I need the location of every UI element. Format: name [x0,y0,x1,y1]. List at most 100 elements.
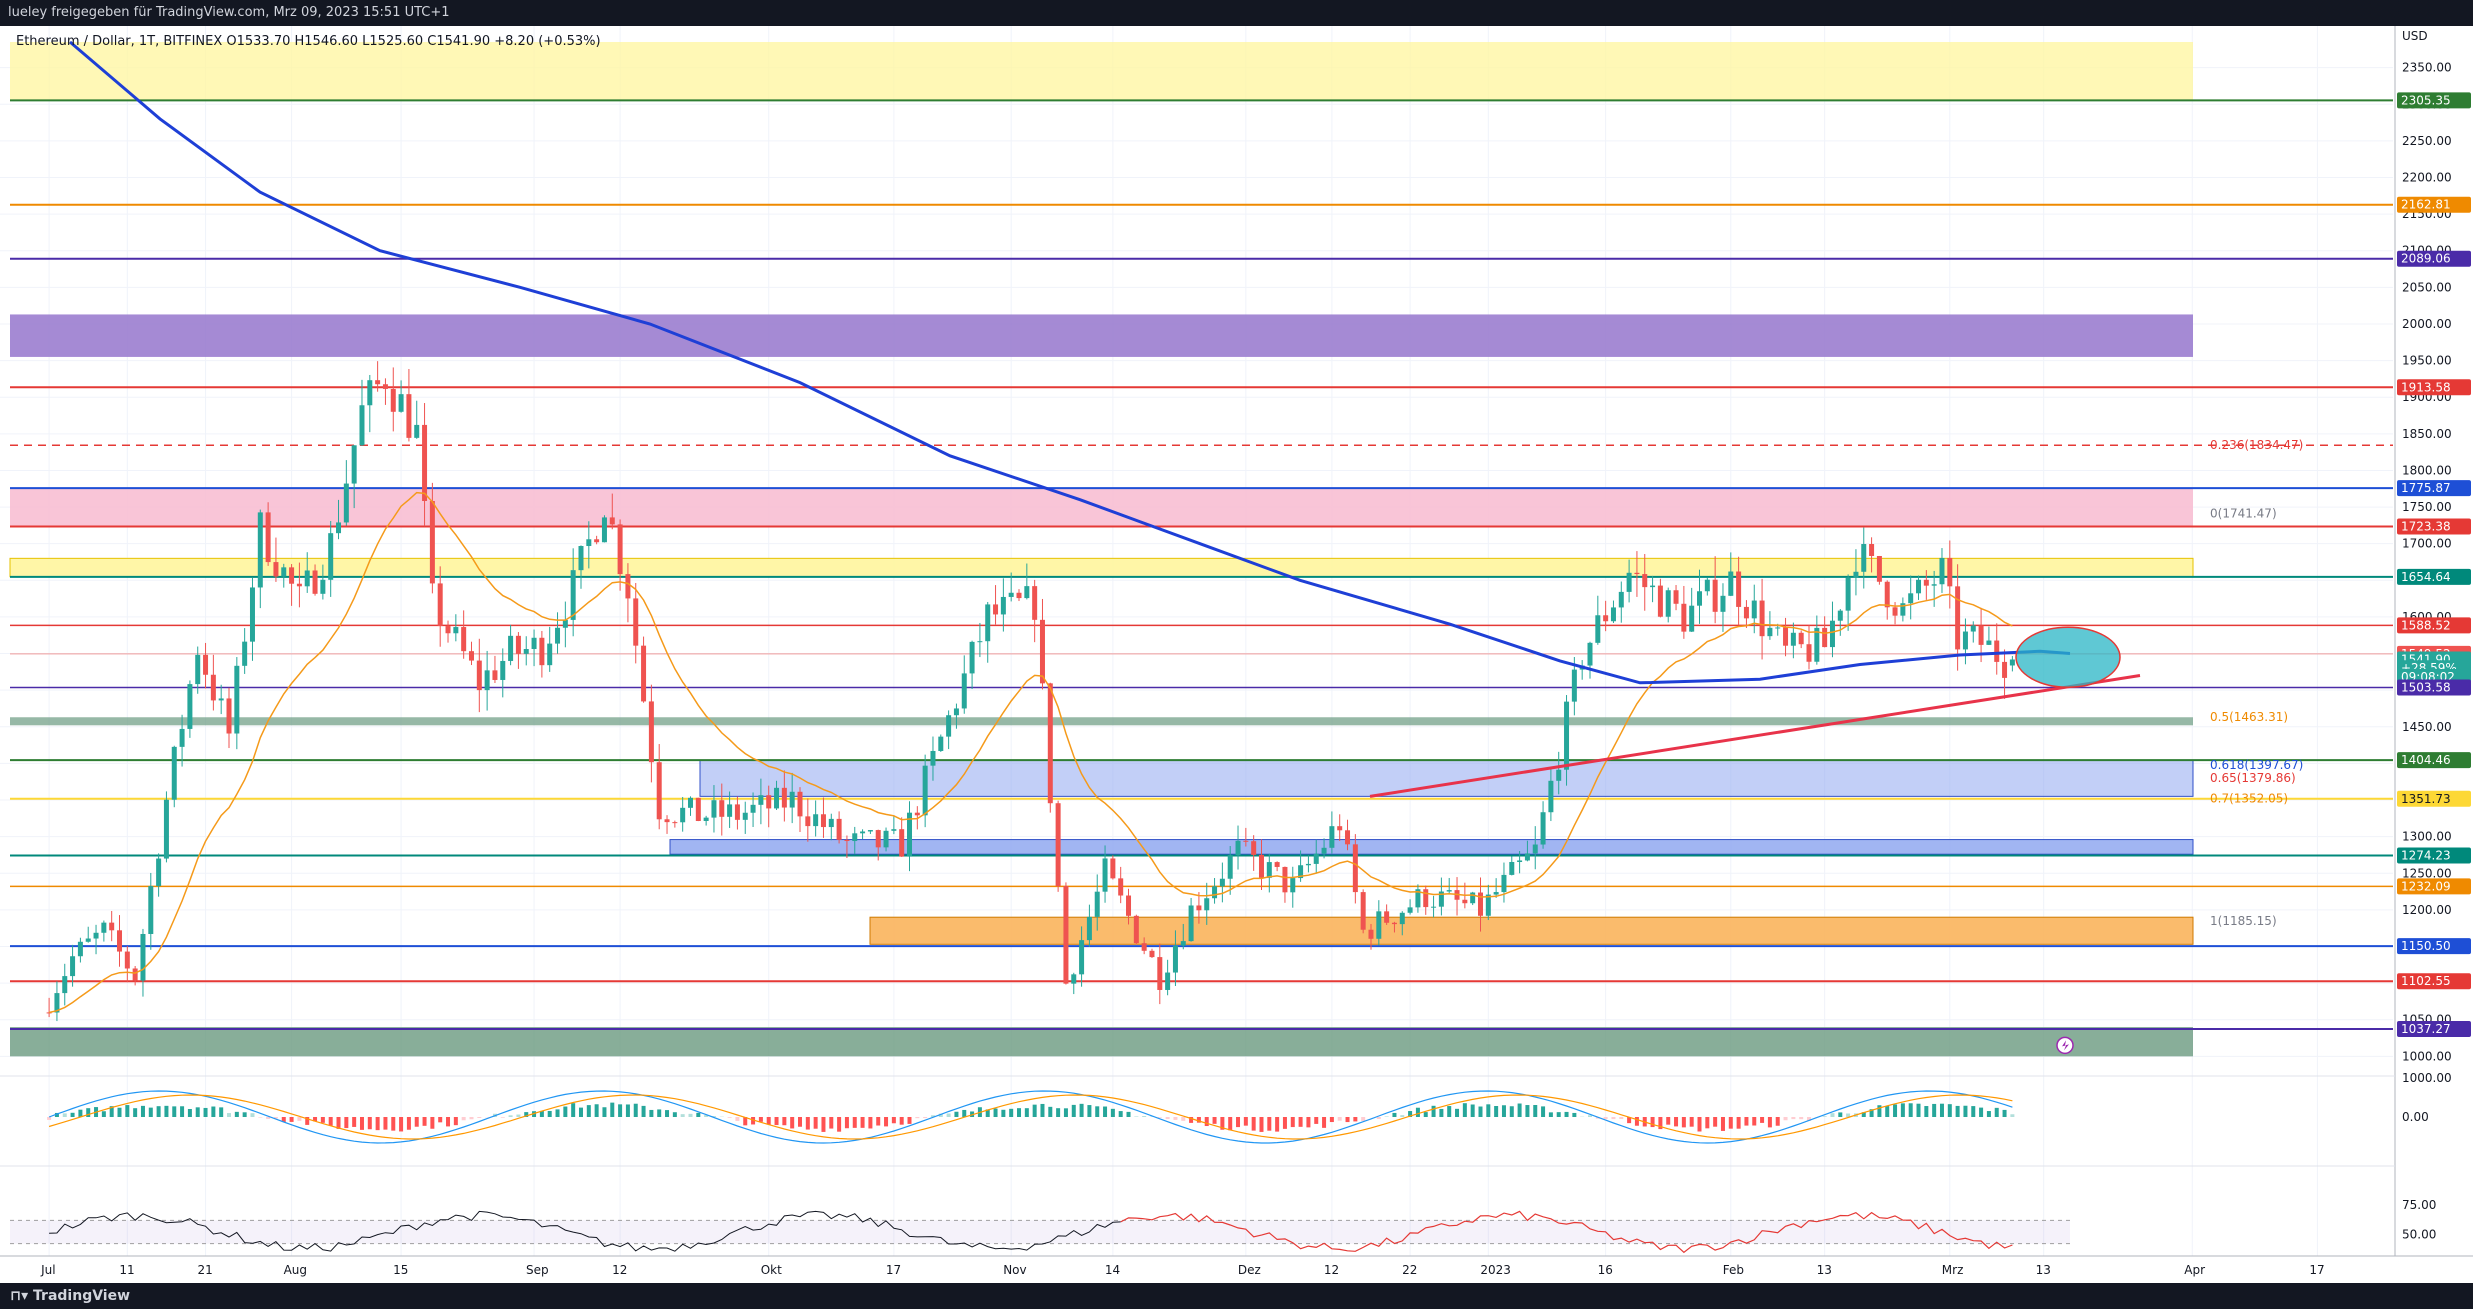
macd-bar [641,1105,646,1117]
candle-body [719,800,725,817]
candle-body [1126,895,1132,916]
candle-body [1712,579,1718,612]
price-label: 1274.23 [2397,847,2471,864]
macd-bar [1689,1117,1694,1127]
macd-bar [1791,1117,1796,1120]
candle-body [1501,874,1507,893]
macd-bar [876,1117,881,1126]
time-tick: Jul [40,1263,55,1277]
macd-bar [180,1106,185,1117]
candle-body [1571,669,1577,702]
candle-body [1274,862,1280,867]
candle-body [1681,603,1687,632]
candle-body [1876,555,1882,582]
macd-bar [899,1117,904,1125]
macd-bar [250,1113,255,1117]
support-zone-blue-thin [669,839,2194,855]
macd-bar [1329,1117,1334,1123]
macd-bar [1501,1105,1506,1117]
macd-bar [86,1108,91,1117]
macd-bar [594,1104,599,1117]
macd-bar [383,1117,388,1130]
candle-body [1165,972,1171,990]
macd-bar [406,1117,411,1130]
footer-bar: ⊓▾ TradingView [0,1283,2473,1309]
price-tick: 2050.00 [2402,280,2452,294]
candle-body [844,839,850,842]
candle-body [1063,886,1069,984]
macd-bar [798,1117,802,1127]
logo-mark-icon: ⊓▾ [10,1288,34,1304]
price-label: 1654.64 [2397,568,2471,585]
chart-screenshot: lueley freigegeben für TradingView.com, … [0,0,2473,1309]
macd-bar [1455,1108,1460,1117]
macd-bar [1728,1117,1733,1129]
candle-body [1540,812,1546,845]
macd-bar [1447,1106,1452,1117]
candle-body [1657,585,1663,617]
candle-body [562,619,568,628]
macd-bar [1173,1117,1178,1120]
macd-bar [758,1117,763,1122]
macd-bar [672,1112,677,1117]
candle [171,745,177,808]
candle-body [1180,941,1186,946]
macd-bar [446,1117,451,1127]
time-tick: Aug [284,1263,307,1277]
macd-bar [1760,1117,1765,1123]
candle-body [891,829,897,831]
macd-bar [1384,1116,1389,1117]
candle-body [641,645,647,702]
candle-body [195,654,201,685]
candle-body [171,746,177,800]
macd-bar [680,1114,685,1117]
candle-body [1243,840,1249,842]
candle-body [1399,912,1405,925]
candle-body [1016,592,1022,599]
price-tick: 2250.00 [2402,134,2452,148]
candle-body [304,570,310,587]
macd-bar [1048,1106,1053,1117]
macd-bar [1955,1105,1960,1117]
macd-bar [665,1110,670,1117]
candle-body [156,858,162,887]
macd-bar [156,1106,161,1117]
candle-body [1290,878,1296,893]
candle-body [1650,585,1656,588]
tradingview-logo: ⊓▾ TradingView [10,1283,130,1309]
candle [163,791,169,863]
candle-body [1587,642,1593,666]
macd-bar [78,1109,83,1117]
price-label: 1404.46 [2397,752,2471,769]
candle-body [1000,596,1006,615]
macd-bar [1666,1117,1671,1125]
macd-bar [344,1117,349,1129]
macd-tick: 1000.00 [2402,1071,2452,1085]
price-label: 1232.09 [2397,878,2471,895]
candle-body [1908,593,1914,604]
candle-body [977,641,983,643]
macd-bar [1071,1104,1076,1117]
candle-body [1634,572,1640,575]
candle-body [993,604,999,615]
candle-body [1032,586,1038,620]
candle-body [1783,627,1789,646]
trading-chart[interactable]: 0.236(1834.47) 0(1741.47) 0.5(1463.31) 0.61… [0,26,2473,1283]
candle-body [312,570,318,594]
candle-body [1704,579,1710,592]
macd-bar [453,1117,458,1126]
macd-bar [1556,1112,1561,1117]
macd-bar [367,1117,372,1130]
candle-body [766,795,772,809]
candle [938,734,944,752]
macd-bar [187,1109,192,1117]
macd-bar [1290,1117,1295,1128]
candle-body [187,684,193,729]
candle-body [234,665,240,734]
candle-body [1509,861,1515,875]
candle-body [1603,615,1609,622]
price-tick: 2000.00 [2402,317,2452,331]
candle-body [1970,625,1976,632]
candle-body [328,533,334,580]
macd-bar [625,1104,630,1117]
